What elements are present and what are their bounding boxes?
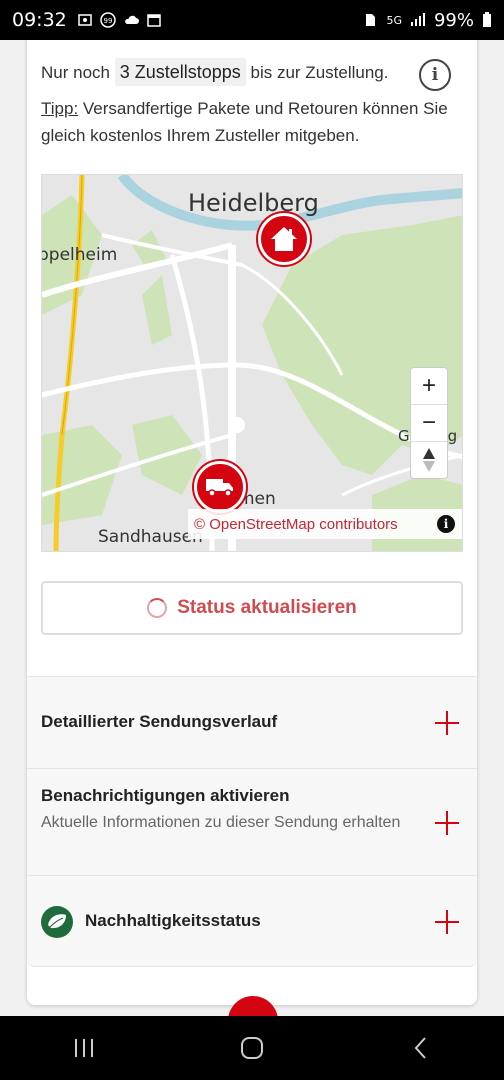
back-icon — [414, 1037, 426, 1059]
accordion-nachhaltigkeit[interactable]: Nachhaltigkeitsstatus — [27, 875, 477, 967]
shipment-card: Nur noch 3 Zustellstopps bis zur Zustell… — [27, 40, 477, 1005]
calendar-icon — [147, 14, 161, 27]
delivery-truck-marker[interactable] — [194, 461, 246, 513]
home-nav-icon — [241, 1037, 263, 1059]
section-subtitle: Aktuelle Informationen zu dieser Sendung… — [41, 814, 401, 831]
leaf-icon — [41, 906, 73, 938]
tracking-page: Nur noch 3 Zustellstopps bis zur Zustell… — [0, 40, 504, 1016]
zoom-in-button[interactable]: + — [411, 368, 447, 405]
sim-icon — [366, 14, 376, 26]
attribution-info-icon[interactable]: i — [437, 515, 455, 533]
battery-label: 99% — [433, 9, 474, 31]
status-bar: 09:32 99 5G 99% — [0, 0, 504, 40]
stops-chip: 3 Zustellstopps — [114, 58, 246, 86]
expand-plus-icon[interactable] — [435, 711, 459, 735]
map-attribution[interactable]: © OpenStreetMap contributors i — [188, 509, 462, 539]
stops-info: Nur noch 3 Zustellstopps bis zur Zustell… — [41, 58, 461, 87]
tip-label: Tipp: — [41, 99, 79, 118]
clock: 09:32 — [12, 9, 67, 31]
truck-icon — [206, 479, 233, 497]
section-title: Detaillierter Sendungsverlauf — [41, 712, 278, 731]
tip-body: Versandfertige Pakete und Retouren könne… — [41, 99, 448, 145]
refresh-status-button[interactable]: Status aktualisieren — [41, 581, 463, 635]
badge-99-icon: 99 — [100, 12, 116, 28]
section-title: Nachhaltigkeitsstatus — [85, 911, 261, 930]
stops-suffix: bis zur Zustellung. — [250, 63, 389, 82]
tip-text: Tipp: Versandfertige Pakete und Retouren… — [41, 95, 461, 149]
expand-plus-icon[interactable] — [435, 910, 459, 934]
back-button[interactable] — [400, 1028, 440, 1068]
recent-apps-icon — [75, 1039, 93, 1057]
home-marker[interactable] — [258, 213, 310, 265]
notification-icon — [78, 14, 92, 26]
house-icon — [271, 227, 297, 251]
info-icon[interactable]: i — [419, 59, 451, 91]
accordion-benachrichtigungen[interactable]: Benachrichtigungen aktivieren Aktuelle I… — [27, 768, 477, 875]
signal-icon — [410, 13, 425, 26]
battery-icon — [483, 12, 491, 27]
map-label-heidelberg: Heidelberg — [188, 189, 319, 217]
accordion-sendungsverlauf[interactable]: Detaillierter Sendungsverlauf — [27, 676, 477, 768]
zoom-controls: + − — [410, 367, 448, 479]
stops-prefix: Nur noch — [41, 63, 110, 82]
compass-icon — [423, 448, 435, 472]
zoom-out-button[interactable]: − — [411, 405, 447, 442]
svg-text:99: 99 — [103, 17, 112, 25]
compass-button[interactable] — [411, 442, 447, 478]
map-label-eppelheim: ppelheim — [41, 245, 118, 265]
home-button[interactable] — [232, 1028, 272, 1068]
cloud-icon — [124, 15, 139, 24]
tracking-map[interactable]: Heidelberg ppelheim Sandhausen Gaiberg m… — [41, 174, 463, 552]
recent-apps-button[interactable] — [64, 1028, 104, 1068]
loading-spinner-icon — [147, 598, 168, 618]
expand-plus-icon[interactable] — [435, 811, 459, 835]
system-nav-bar — [0, 1016, 504, 1080]
attribution-text: © OpenStreetMap contributors — [194, 515, 398, 533]
section-title: Benachrichtigungen aktivieren — [41, 786, 290, 805]
refresh-status-label: Status aktualisieren — [177, 597, 357, 618]
network-label: 5G — [386, 13, 402, 27]
